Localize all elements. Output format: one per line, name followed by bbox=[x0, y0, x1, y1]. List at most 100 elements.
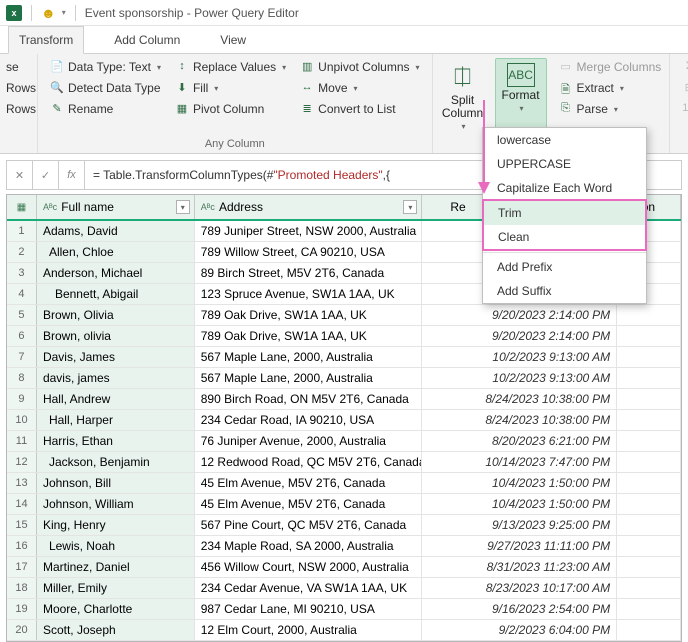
cell-date[interactable]: 8/24/2023 10:38:00 PM bbox=[422, 410, 617, 430]
cell-address[interactable]: 45 Elm Avenue, M5V 2T6, Canada bbox=[195, 473, 423, 493]
cell-address[interactable]: 789 Oak Drive, SW1A 1AA, UK bbox=[195, 305, 423, 325]
rename-button[interactable]: ✎ Rename bbox=[46, 100, 165, 118]
row-number[interactable]: 17 bbox=[7, 557, 37, 577]
table-row[interactable]: 9Hall, Andrew890 Birch Road, ON M5V 2T6,… bbox=[7, 389, 681, 410]
cell-date[interactable]: 9/16/2023 2:54:00 PM bbox=[422, 599, 617, 619]
filter-dropdown-icon[interactable]: ▾ bbox=[176, 200, 190, 214]
truncated-item[interactable]: se bbox=[2, 58, 29, 76]
quick-access-dropdown-icon[interactable]: ▾ bbox=[62, 8, 66, 17]
cell-fullname[interactable]: Jackson, Benjamin bbox=[37, 452, 195, 472]
row-number[interactable]: 4 bbox=[7, 284, 37, 304]
table-row[interactable]: 10Hall, Harper234 Cedar Road, IA 90210, … bbox=[7, 410, 681, 431]
cell-fullname[interactable]: Hall, Andrew bbox=[37, 389, 195, 409]
cell-date[interactable]: 10/2/2023 9:13:00 AM bbox=[422, 347, 617, 367]
row-number[interactable]: 1 bbox=[7, 221, 37, 241]
cell-fullname[interactable]: davis, james bbox=[37, 368, 195, 388]
cell-date[interactable]: 8/20/2023 6:21:00 PM bbox=[422, 431, 617, 451]
cell-trailing[interactable] bbox=[617, 326, 681, 346]
column-header-fullname[interactable]: Aᴮc Full name ▾ bbox=[37, 195, 195, 219]
cell-trailing[interactable] bbox=[617, 473, 681, 493]
cell-address[interactable]: 234 Cedar Avenue, VA SW1A 1AA, UK bbox=[195, 578, 423, 598]
cell-trailing[interactable] bbox=[617, 620, 681, 640]
cell-trailing[interactable] bbox=[617, 578, 681, 598]
table-row[interactable]: 20Scott, Joseph12 Elm Court, 2000, Austr… bbox=[7, 620, 681, 641]
cell-address[interactable]: 234 Maple Road, SA 2000, Australia bbox=[195, 536, 423, 556]
replace-values-button[interactable]: ↕ Replace Values ▾ bbox=[171, 58, 290, 76]
cell-trailing[interactable] bbox=[617, 494, 681, 514]
scientific-button[interactable]: 10ⁿ Scientific bbox=[678, 100, 688, 118]
cell-trailing[interactable] bbox=[617, 347, 681, 367]
cell-date[interactable]: 9/2/2023 6:04:00 PM bbox=[422, 620, 617, 640]
row-number[interactable]: 10 bbox=[7, 410, 37, 430]
cell-fullname[interactable]: Lewis, Noah bbox=[37, 536, 195, 556]
row-number[interactable]: 6 bbox=[7, 326, 37, 346]
menu-add-prefix[interactable]: Add Prefix bbox=[483, 255, 646, 279]
tab-transform[interactable]: Transform bbox=[8, 26, 84, 54]
table-row[interactable]: 8davis, james567 Maple Lane, 2000, Austr… bbox=[7, 368, 681, 389]
row-number[interactable]: 20 bbox=[7, 620, 37, 640]
cell-fullname[interactable]: Brown, olivia bbox=[37, 326, 195, 346]
cell-date[interactable]: 10/14/2023 7:47:00 PM bbox=[422, 452, 617, 472]
cell-date[interactable]: 9/20/2023 2:14:00 PM bbox=[422, 305, 617, 325]
cell-fullname[interactable]: Hall, Harper bbox=[37, 410, 195, 430]
row-number[interactable]: 19 bbox=[7, 599, 37, 619]
move-button[interactable]: ↔ Move ▾ bbox=[296, 79, 423, 97]
cell-trailing[interactable] bbox=[617, 431, 681, 451]
merge-columns-button[interactable]: ▭ Merge Columns bbox=[555, 58, 666, 76]
cell-date[interactable]: 9/27/2023 11:11:00 PM bbox=[422, 536, 617, 556]
cell-fullname[interactable]: Miller, Emily bbox=[37, 578, 195, 598]
table-row[interactable]: 12Jackson, Benjamin12 Redwood Road, QC M… bbox=[7, 452, 681, 473]
table-row[interactable]: 19Moore, Charlotte987 Cedar Lane, MI 902… bbox=[7, 599, 681, 620]
cell-fullname[interactable]: Davis, James bbox=[37, 347, 195, 367]
cell-trailing[interactable] bbox=[617, 389, 681, 409]
row-number[interactable]: 13 bbox=[7, 473, 37, 493]
cell-trailing[interactable] bbox=[617, 599, 681, 619]
table-row[interactable]: 6Brown, olivia789 Oak Drive, SW1A 1AA, U… bbox=[7, 326, 681, 347]
row-number[interactable]: 15 bbox=[7, 515, 37, 535]
table-row[interactable]: 17Martinez, Daniel456 Willow Court, NSW … bbox=[7, 557, 681, 578]
cell-address[interactable]: 456 Willow Court, NSW 2000, Australia bbox=[195, 557, 423, 577]
cell-address[interactable]: 45 Elm Avenue, M5V 2T6, Canada bbox=[195, 494, 423, 514]
cell-fullname[interactable]: King, Henry bbox=[37, 515, 195, 535]
cell-date[interactable]: 8/31/2023 11:23:00 AM bbox=[422, 557, 617, 577]
split-column-button[interactable]: ⎅ Split Column ▾ bbox=[437, 58, 489, 135]
row-number[interactable]: 11 bbox=[7, 431, 37, 451]
table-row[interactable]: 15King, Henry567 Pine Court, QC M5V 2T6,… bbox=[7, 515, 681, 536]
smiley-icon[interactable]: ☻ bbox=[41, 5, 56, 21]
select-all-corner[interactable]: ▦ bbox=[7, 195, 37, 219]
detect-data-type-button[interactable]: 🔍 Detect Data Type bbox=[46, 79, 165, 97]
format-button[interactable]: ABC Format ▾ bbox=[495, 58, 547, 135]
pivot-column-button[interactable]: ▦ Pivot Column bbox=[171, 100, 290, 118]
truncated-item[interactable]: Rows bbox=[2, 100, 29, 118]
cell-trailing[interactable] bbox=[617, 536, 681, 556]
menu-clean[interactable]: Clean bbox=[484, 225, 645, 249]
table-row[interactable]: 16Lewis, Noah234 Maple Road, SA 2000, Au… bbox=[7, 536, 681, 557]
cell-fullname[interactable]: Allen, Chloe bbox=[37, 242, 195, 262]
standard-button[interactable]: ⊞ Standard bbox=[678, 79, 688, 97]
cell-address[interactable]: 789 Oak Drive, SW1A 1AA, UK bbox=[195, 326, 423, 346]
cell-date[interactable]: 8/24/2023 10:38:00 PM bbox=[422, 389, 617, 409]
cell-address[interactable]: 123 Spruce Avenue, SW1A 1AA, UK bbox=[195, 284, 423, 304]
extract-button[interactable]: 🗎 Extract ▾ bbox=[555, 79, 666, 97]
menu-lowercase[interactable]: lowercase bbox=[483, 128, 646, 152]
cell-trailing[interactable] bbox=[617, 557, 681, 577]
cell-fullname[interactable]: Adams, David bbox=[37, 221, 195, 241]
cell-address[interactable]: 987 Cedar Lane, MI 90210, USA bbox=[195, 599, 423, 619]
formula-close-icon[interactable]: ✕ bbox=[7, 161, 33, 189]
cell-address[interactable]: 89 Birch Street, M5V 2T6, Canada bbox=[195, 263, 423, 283]
menu-capitalize[interactable]: Capitalize Each Word bbox=[483, 176, 646, 200]
cell-address[interactable]: 789 Willow Street, CA 90210, USA bbox=[195, 242, 423, 262]
menu-uppercase[interactable]: UPPERCASE bbox=[483, 152, 646, 176]
cell-date[interactable]: 8/23/2023 10:17:00 AM bbox=[422, 578, 617, 598]
cell-address[interactable]: 12 Elm Court, 2000, Australia bbox=[195, 620, 423, 640]
row-number[interactable]: 5 bbox=[7, 305, 37, 325]
cell-fullname[interactable]: Brown, Olivia bbox=[37, 305, 195, 325]
row-number[interactable]: 18 bbox=[7, 578, 37, 598]
cell-address[interactable]: 890 Birch Road, ON M5V 2T6, Canada bbox=[195, 389, 423, 409]
cell-address[interactable]: 567 Maple Lane, 2000, Australia bbox=[195, 368, 423, 388]
table-row[interactable]: 11Harris, Ethan76 Juniper Avenue, 2000, … bbox=[7, 431, 681, 452]
row-number[interactable]: 3 bbox=[7, 263, 37, 283]
cell-fullname[interactable]: Bennett, Abigail bbox=[37, 284, 195, 304]
cell-address[interactable]: 567 Pine Court, QC M5V 2T6, Canada bbox=[195, 515, 423, 535]
cell-fullname[interactable]: Scott, Joseph bbox=[37, 620, 195, 640]
